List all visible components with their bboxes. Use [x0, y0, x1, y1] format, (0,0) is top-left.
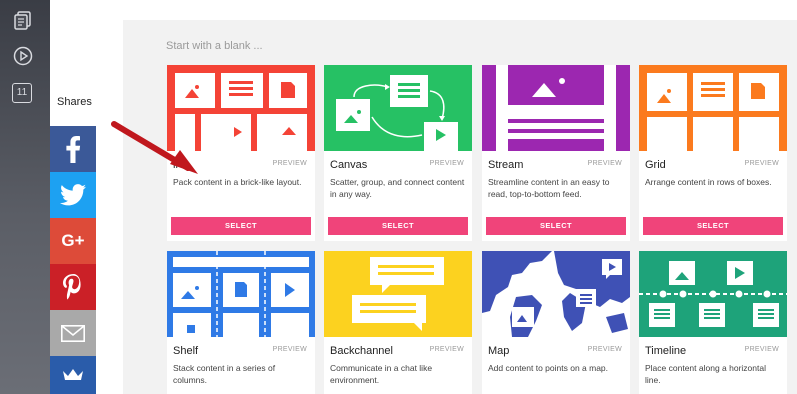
pinterest-share-button[interactable] — [50, 264, 96, 310]
map-thumbnail — [482, 251, 630, 337]
backchannel-thumbnail — [324, 251, 472, 337]
app-rail: 11 — [0, 0, 50, 394]
annotation-arrow-icon — [111, 121, 198, 174]
facebook-icon — [66, 136, 81, 163]
play-icon[interactable] — [12, 45, 34, 67]
shares-label: Shares — [57, 96, 92, 108]
preview-link[interactable]: PREVIEW — [745, 160, 779, 167]
card-description: Communicate in a chat like environment. — [330, 363, 433, 385]
preview-link[interactable]: PREVIEW — [588, 160, 622, 167]
crown-share-button[interactable] — [50, 356, 96, 394]
preview-link[interactable]: PREVIEW — [273, 160, 307, 167]
select-button[interactable]: SELECT — [328, 217, 468, 235]
google-plus-share-button[interactable]: G+ — [50, 218, 96, 264]
template-card-grid[interactable]: Grid PREVIEW Arrange content in rows of … — [639, 65, 787, 241]
grid-thumbnail — [639, 65, 787, 151]
card-description: Add content to points on a map. — [488, 363, 609, 373]
twitter-share-button[interactable] — [50, 172, 96, 218]
card-title: Shelf — [173, 345, 199, 357]
template-card-map[interactable]: Map PREVIEW Add content to points on a m… — [482, 251, 630, 394]
preview-link[interactable]: PREVIEW — [273, 346, 307, 353]
select-button[interactable]: SELECT — [171, 217, 311, 235]
template-card-backchannel[interactable]: Backchannel PREVIEW Communicate in a cha… — [324, 251, 472, 394]
panel-title: Start with a blank ... — [166, 40, 263, 52]
card-description: Streamline content in an easy to read, t… — [488, 177, 610, 199]
card-title: Timeline — [645, 345, 687, 357]
card-description: Place content along a horizontal line. — [645, 363, 766, 385]
card-title: Map — [488, 345, 510, 357]
document-icon[interactable] — [12, 10, 34, 32]
stream-thumbnail — [482, 65, 630, 151]
card-title: Canvas — [330, 159, 368, 171]
email-icon — [61, 324, 85, 342]
preview-link[interactable]: PREVIEW — [430, 160, 464, 167]
preview-link[interactable]: PREVIEW — [430, 346, 464, 353]
card-title: Stream — [488, 159, 524, 171]
count-badge[interactable]: 11 — [12, 83, 32, 103]
card-title: Backchannel — [330, 345, 393, 357]
template-card-timeline[interactable]: Timeline PREVIEW Place content along a h… — [639, 251, 787, 394]
crown-icon — [63, 369, 83, 380]
shelf-thumbnail — [167, 251, 315, 337]
twitter-icon — [60, 184, 86, 206]
email-share-button[interactable] — [50, 310, 96, 356]
timeline-thumbnail — [639, 251, 787, 337]
card-description: Arrange content in rows of boxes. — [645, 177, 772, 187]
template-card-canvas[interactable]: Canvas PREVIEW Scatter, group, and conne… — [324, 65, 472, 241]
pinterest-icon — [63, 274, 81, 300]
facebook-share-button[interactable] — [50, 126, 96, 172]
preview-link[interactable]: PREVIEW — [745, 346, 779, 353]
select-button[interactable]: SELECT — [643, 217, 783, 235]
template-card-shelf[interactable]: Shelf PREVIEW Stack content in a series … — [167, 251, 315, 394]
select-button[interactable]: SELECT — [486, 217, 626, 235]
canvas-thumbnail — [324, 65, 472, 151]
screen: 11 Shares G+ Start with a blank ... PREV… — [0, 0, 797, 394]
card-description: Stack content in a series of columns. — [173, 363, 276, 385]
card-description: Scatter, group, and connect content in a… — [330, 177, 465, 199]
card-title: Grid — [645, 159, 666, 171]
google-plus-icon: G+ — [61, 231, 85, 250]
preview-link[interactable]: PREVIEW — [588, 346, 622, 353]
template-card-stream[interactable]: Stream PREVIEW Streamline content in an … — [482, 65, 630, 241]
